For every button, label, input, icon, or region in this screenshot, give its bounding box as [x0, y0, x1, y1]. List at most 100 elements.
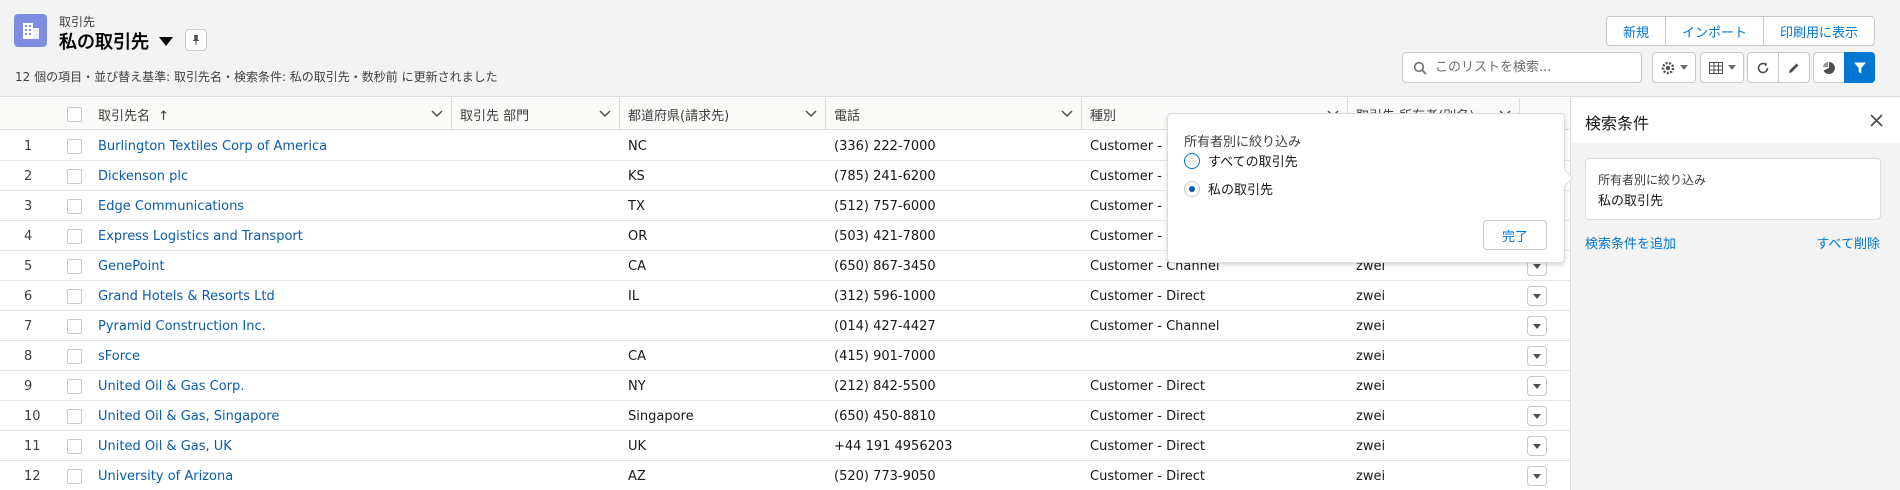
- row-number: 3: [24, 198, 33, 214]
- remove-all-filters-link[interactable]: すべて削除: [1816, 233, 1880, 252]
- row-checkbox[interactable]: [67, 318, 82, 334]
- phone-cell: (312) 596-1000: [834, 288, 936, 304]
- phone-cell: (785) 241-6200: [834, 168, 936, 184]
- row-checkbox[interactable]: [67, 378, 82, 394]
- row-actions-button[interactable]: [1527, 466, 1547, 486]
- select-all-cell: [56, 98, 90, 130]
- accounts-app-icon: [14, 14, 47, 47]
- filter-panel-title: 検索条件: [1585, 114, 1650, 133]
- account-name-link[interactable]: Edge Communications: [98, 199, 244, 214]
- row-number: 9: [24, 378, 33, 394]
- chart-icon: [1823, 61, 1835, 74]
- list-settings-button[interactable]: [1652, 52, 1696, 83]
- column-header-phone[interactable]: 電話: [826, 98, 1082, 130]
- search-input[interactable]: [1435, 60, 1635, 75]
- row-checkbox[interactable]: [67, 438, 82, 454]
- chevron-down-icon[interactable]: [431, 110, 443, 118]
- refresh-icon: [1757, 62, 1769, 73]
- account-name-link[interactable]: sForce: [98, 349, 140, 364]
- account-name-link[interactable]: Express Logistics and Transport: [98, 229, 303, 244]
- division-cell: [452, 161, 620, 191]
- row-checkbox[interactable]: [67, 258, 82, 274]
- row-actions-button[interactable]: [1527, 286, 1547, 306]
- row-number-header: [0, 98, 56, 130]
- row-action-cell: [1527, 461, 1557, 490]
- list-view-title[interactable]: 私の取引先: [59, 28, 173, 54]
- row-checkbox[interactable]: [67, 198, 82, 214]
- row-select-cell: [67, 221, 87, 251]
- billing-state-cell: [620, 311, 826, 341]
- row-checkbox[interactable]: [67, 168, 82, 184]
- division-cell: [452, 431, 620, 461]
- row-actions-button[interactable]: [1527, 406, 1547, 426]
- account-name-cell: GenePoint: [98, 251, 448, 281]
- account-name-cell: Grand Hotels & Resorts Ltd: [98, 281, 448, 311]
- row-action-cell: [1527, 401, 1557, 431]
- owner-alias-cell: zwei: [1356, 288, 1386, 304]
- owner-alias-cell: zwei: [1356, 378, 1386, 394]
- row-checkbox[interactable]: [67, 408, 82, 424]
- type-cell: Customer - Direct: [1090, 288, 1206, 304]
- pin-list-button[interactable]: [185, 29, 207, 51]
- radio-button[interactable]: [1184, 152, 1200, 169]
- account-name-link[interactable]: United Oil & Gas, UK: [98, 439, 232, 454]
- radio-label: すべての取引先: [1208, 155, 1298, 170]
- refresh-button[interactable]: [1747, 52, 1779, 83]
- owner-alias-cell: zwei: [1356, 318, 1386, 334]
- list-view-switcher-icon[interactable]: [159, 36, 173, 46]
- list-view-header: 取引先 私の取引先 12 個の項目・並び替え基準: 取引先名・検索条件: 私の取…: [0, 0, 1900, 97]
- row-checkbox[interactable]: [67, 138, 82, 154]
- radio-all-accounts[interactable]: すべての取引先: [1184, 151, 1298, 170]
- account-name-link[interactable]: GenePoint: [98, 259, 165, 274]
- billing-state-cell: AZ: [628, 468, 646, 484]
- account-name-link[interactable]: Pyramid Construction Inc.: [98, 319, 266, 334]
- billing-state-cell: NY: [628, 378, 646, 394]
- account-name-link[interactable]: Grand Hotels & Resorts Ltd: [98, 289, 275, 304]
- account-name-link[interactable]: United Oil & Gas, Singapore: [98, 409, 279, 424]
- chevron-down-icon[interactable]: [805, 110, 817, 118]
- row-checkbox[interactable]: [67, 468, 82, 484]
- column-header-account-name[interactable]: 取引先名 ↑: [90, 98, 452, 130]
- account-name-link[interactable]: University of Arizona: [98, 469, 233, 484]
- account-name-link[interactable]: Dickenson plc: [98, 169, 188, 184]
- close-filter-panel-button[interactable]: [1866, 110, 1886, 130]
- charts-button[interactable]: [1813, 52, 1845, 83]
- account-name-link[interactable]: United Oil & Gas Corp.: [98, 379, 244, 394]
- account-name-cell: Pyramid Construction Inc.: [98, 311, 448, 341]
- radio-my-accounts[interactable]: 私の取引先: [1184, 179, 1273, 198]
- owner-alias-cell: zwei: [1356, 468, 1386, 484]
- row-actions-button[interactable]: [1527, 376, 1547, 396]
- inline-edit-button[interactable]: [1778, 52, 1810, 83]
- table-row: United Oil & Gas Corp. 9 NY (212) 842-5500 C…: [0, 371, 1570, 401]
- row-action-cell: [1527, 371, 1557, 401]
- column-header-division[interactable]: 取引先 部門: [452, 98, 620, 130]
- done-button[interactable]: 完了: [1482, 220, 1547, 250]
- chevron-down-icon: [1533, 473, 1541, 479]
- radio-button[interactable]: [1184, 180, 1200, 197]
- import-button[interactable]: インポート: [1664, 16, 1764, 46]
- display-as-button[interactable]: [1700, 52, 1744, 83]
- select-all-checkbox[interactable]: [67, 106, 82, 122]
- row-checkbox[interactable]: [67, 348, 82, 364]
- row-checkbox[interactable]: [67, 228, 82, 244]
- chevron-down-icon[interactable]: [1061, 110, 1073, 118]
- printable-view-button[interactable]: 印刷用に表示: [1762, 16, 1875, 46]
- owner-alias-cell: zwei: [1356, 438, 1386, 454]
- owner-filter-card[interactable]: 所有者別に絞り込み 私の取引先: [1585, 158, 1881, 220]
- row-actions-button[interactable]: [1527, 316, 1547, 336]
- chevron-down-icon[interactable]: [599, 110, 611, 118]
- header-action-buttons: 新規 インポート 印刷用に表示: [1605, 16, 1875, 46]
- column-header-billing-state[interactable]: 都道府県(請求先): [620, 98, 826, 130]
- table-row: Pyramid Construction Inc. 7 (014) 427-4427…: [0, 311, 1570, 341]
- new-button[interactable]: 新規: [1605, 16, 1666, 46]
- division-cell: [452, 251, 620, 281]
- row-checkbox[interactable]: [67, 288, 82, 304]
- list-search-box[interactable]: [1402, 52, 1642, 83]
- account-name-cell: Edge Communications: [98, 191, 448, 221]
- row-actions-button[interactable]: [1527, 346, 1547, 366]
- row-actions-button[interactable]: [1527, 436, 1547, 456]
- account-name-link[interactable]: Burlington Textiles Corp of America: [98, 139, 327, 154]
- search-icon: [1413, 61, 1427, 75]
- filter-button[interactable]: [1844, 52, 1875, 83]
- add-filter-link[interactable]: 検索条件を追加: [1585, 233, 1676, 252]
